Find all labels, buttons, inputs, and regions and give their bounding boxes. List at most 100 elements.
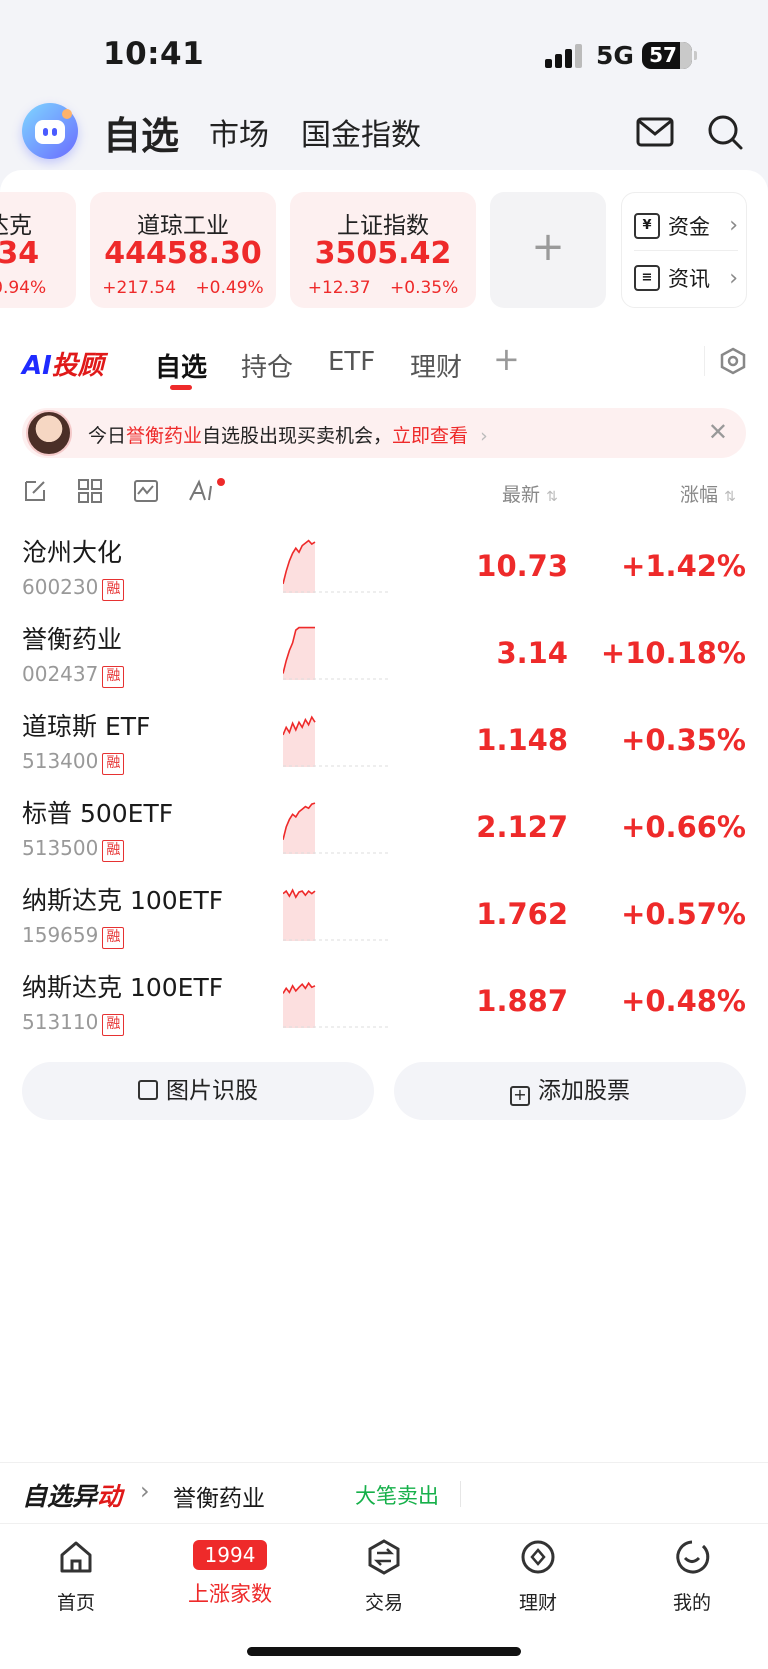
image-recognize-button[interactable]: 图片识股 [22,1062,374,1120]
table-row[interactable]: 纳斯达克 100ETF 513110 融 1.887 +0.48% [0,962,768,1049]
ai-advisor-tab[interactable]: AI投顾 [22,345,104,382]
index-change: +12.37 [307,278,371,298]
settings-icon[interactable] [718,346,748,376]
tab-guojin-index[interactable]: 国金指数 [301,110,421,154]
sparkline [283,539,389,593]
table-row[interactable]: 标普 500ETF 513500 融 2.127 +0.66% [0,788,768,875]
rising-count-badge: 1994 [192,1540,268,1570]
stock-code: 513110 [22,1010,99,1034]
stock-code-row: 513110 融 [22,1010,125,1036]
nav-wealth-label: 理财 [518,1592,557,1614]
stock-code-row: 002437 融 [22,662,125,688]
margin-badge: 融 [102,666,125,688]
stock-change: +0.35% [621,723,746,757]
sort-icon: ⇅ [724,489,736,505]
watchlist-alert-ticker[interactable]: 自选异动 › 誉衡药业 大笔卖出 [0,1462,768,1522]
index-card[interactable]: 上证指数 3505.42 +12.37 +0.35% [290,192,476,308]
stock-name: 道琼斯 ETF [22,712,151,741]
table-row[interactable]: 誉衡药业 002437 融 3.14 +10.18% [0,614,768,701]
stock-name: 纳斯达克 100ETF [22,886,224,915]
advisor-avatar [26,410,72,456]
add-stock-button[interactable]: + 添加股票 [394,1062,746,1120]
banner-middle: 自选股出现买卖机会， [202,425,393,447]
plus-square-icon: + [510,1086,530,1106]
banner-cta[interactable]: 立即查看 [392,425,468,447]
stock-price: 3.14 [496,636,568,670]
index-card[interactable]: 达克 .34 -0.94% [0,192,76,308]
margin-badge: 融 [102,1014,125,1036]
cellular-signal-icon [545,44,585,68]
opportunity-banner[interactable]: 今日誉衡药业自选股出现买卖机会，立即查看 › ✕ [22,408,746,458]
nav-wealth[interactable]: 理财 [478,1538,598,1615]
nav-home-label: 首页 [56,1592,95,1614]
nav-rising-count[interactable]: 1994 上涨家数 [170,1538,290,1608]
stock-name: 标普 500ETF [22,799,174,828]
stock-price: 1.762 [476,897,568,931]
banner-prefix: 今日 [88,425,127,447]
edit-icon[interactable] [22,478,48,504]
stock-price: 1.887 [476,984,568,1018]
index-pct: +0.49% [195,278,264,298]
nav-home[interactable]: 首页 [16,1538,136,1615]
ai-logo-text: AI [22,351,52,381]
nav-profile[interactable]: 我的 [632,1538,752,1615]
mail-icon[interactable] [636,113,674,151]
sparkline-area [283,717,315,767]
stock-code: 002437 [22,662,99,686]
tab-watchlist[interactable]: 自选 [103,105,179,160]
stock-code-row: 600230 融 [22,575,125,601]
index-pct: +0.35% [390,278,459,298]
yen-folder-icon: ¥ [634,212,660,239]
ticker-brand-text: 自选异 [22,1482,98,1511]
sparkline [283,802,389,854]
chart-view-icon[interactable] [133,478,159,504]
stock-name: 誉衡药业 [22,625,123,654]
latest-column-header[interactable]: 最新 ⇅ [502,480,558,507]
subtab-holdings[interactable]: 持仓 [241,347,293,384]
latest-label: 最新 [502,484,541,506]
search-icon[interactable] [706,113,744,151]
grid-icon[interactable] [77,478,103,504]
stock-change: +0.57% [621,897,746,931]
index-card[interactable]: 道琼工业 44458.30 +217.54 +0.49% [90,192,276,308]
stock-code-row: 513500 融 [22,836,125,862]
nav-trade-label: 交易 [364,1592,403,1614]
close-icon[interactable]: ✕ [708,418,728,446]
nav-trade[interactable]: 交易 [324,1538,444,1615]
funds-link[interactable]: ¥ 资金 › [634,201,738,251]
change-column-header[interactable]: 涨幅 ⇅ [680,480,736,507]
banner-stock: 誉衡药业 [126,425,203,447]
stock-price: 10.73 [476,549,568,583]
stock-price: 1.148 [476,723,568,757]
add-tab-button[interactable]: + [493,340,520,378]
sparkline [283,888,389,941]
index-name: 道琼工业 [137,213,229,239]
news-link[interactable]: ≡ 资讯 › [634,253,738,303]
ai-icon[interactable] [187,478,227,504]
ticker-stock: 誉衡药业 [173,1486,265,1512]
sparkline [283,981,389,1028]
table-row[interactable]: 道琼斯 ETF 513400 融 1.148 +0.35% [0,701,768,788]
home-icon [60,1541,92,1573]
subtab-watchlist[interactable]: 自选 [155,347,207,384]
divider [460,1481,461,1507]
margin-badge: 融 [102,840,125,862]
table-row[interactable]: 沧州大化 600230 融 10.73 +1.42% [0,527,768,614]
sort-icon: ⇅ [546,489,558,505]
profile-icon [676,1540,710,1574]
tab-market[interactable]: 市场 [209,110,269,154]
ai-assistant-icon[interactable] [22,103,78,159]
home-indicator [247,1647,521,1656]
add-index-button[interactable]: + [490,192,606,308]
active-tab-indicator [170,385,192,390]
subtab-etf[interactable]: ETF [328,347,375,377]
subtab-wealth[interactable]: 理财 [410,347,462,384]
table-row[interactable]: 纳斯达克 100ETF 159659 融 1.762 +0.57% [0,875,768,962]
chevron-right-icon: › [729,265,738,291]
chevron-right-icon: › [480,425,488,447]
margin-badge: 融 [102,753,125,775]
status-bar: 10:41 5G 57 [0,0,768,100]
change-label: 涨幅 [680,484,719,506]
ticker-action: 大笔卖出 [355,1484,439,1508]
stock-code-row: 159659 融 [22,923,125,949]
